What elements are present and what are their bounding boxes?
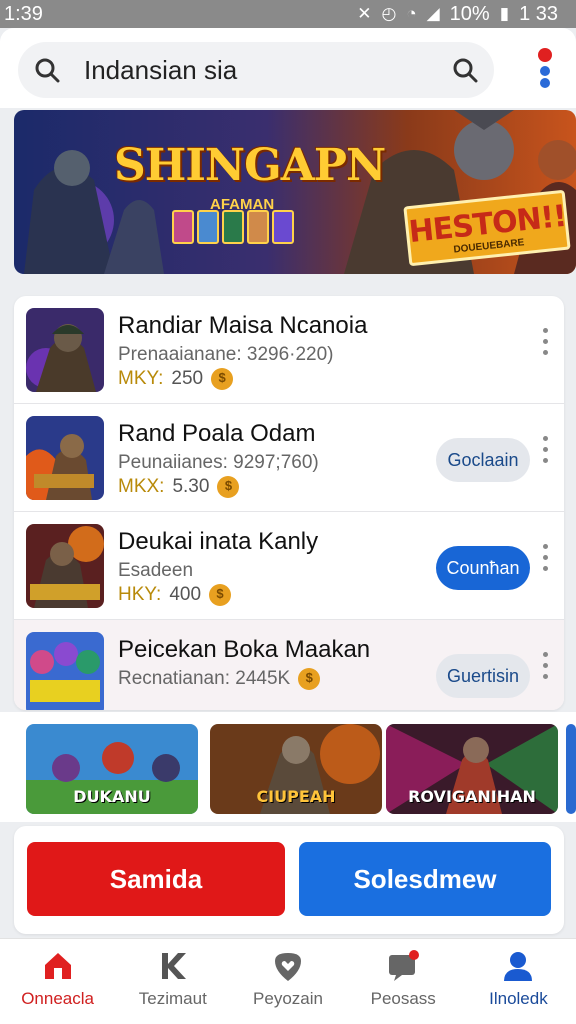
nav-label: Peyozain (253, 989, 323, 1008)
banner-title: SHINGAPN (114, 140, 386, 191)
action-panel: Samida Solesdmew (14, 826, 564, 934)
game-thumbnail (26, 308, 104, 392)
coin-icon (211, 368, 234, 390)
signal-icon: ◢ (426, 4, 440, 23)
more-options-icon[interactable] (540, 436, 552, 466)
game-thumbnail (26, 416, 104, 500)
game-name: Peicekan Boka Maakan (118, 636, 371, 663)
game-meta: Peunaiianes: 9297;760) (118, 452, 319, 473)
game-meta: Prenaaianane: 3296·220) (118, 344, 334, 365)
list-item[interactable]: Peicekan Boka Maakan Recnatianan: 2445K … (14, 620, 564, 710)
gallery-tile[interactable]: ROVIGANIHAN (386, 724, 558, 814)
nav-label: Onneacla (21, 989, 94, 1008)
game-meta-text: Recnatianan: 2445K (118, 668, 291, 689)
nav-label: Peosass (370, 989, 436, 1008)
primary-action-button[interactable]: Samida (27, 842, 285, 916)
search-input[interactable] (84, 54, 452, 86)
bottom-navigation: Onneacla Tezimaut Peyozain Peosass Ilnol… (0, 938, 576, 1024)
more-options-icon[interactable] (540, 544, 552, 574)
search-header (0, 28, 576, 108)
status-icons: ✕ ◴ ◔ ◢ 10% ▮ 1 33 (357, 3, 558, 26)
list-item[interactable]: Rand Poala Odam Peunaiianes: 9297;760) M… (14, 404, 564, 512)
nav-item-peosass[interactable]: Peosass (346, 939, 461, 1024)
price-label: MKY: (118, 368, 164, 389)
promo-banner[interactable]: SHINGAPN AFAMAN HESTON!! DOUEUEBARE (14, 110, 576, 274)
gallery-tile[interactable]: CIUPEAH (210, 724, 382, 814)
gallery-caption: DUKANU (73, 787, 151, 806)
coin-icon (217, 476, 240, 498)
game-name: Randiar Maisa Ncanoia (118, 312, 368, 339)
secondary-action-button[interactable]: Solesdmew (299, 842, 551, 916)
alarm-icon: ◴ (381, 4, 397, 23)
status-bar: 1:39 ✕ ◴ ◔ ◢ 10% ▮ 1 33 (0, 0, 576, 28)
game-thumbnail (26, 632, 104, 710)
list-item[interactable]: Randiar Maisa Ncanoia Prenaaianane: 3296… (14, 296, 564, 404)
notification-off-icon: ✕ (357, 4, 372, 23)
profile-icon (504, 952, 533, 981)
price-label: MKX: (118, 476, 165, 497)
gallery-tile-peek[interactable] (566, 724, 576, 814)
gallery-tile[interactable]: DUKANU (26, 724, 198, 814)
more-options-icon[interactable] (540, 328, 552, 358)
menu-dots-icon[interactable] (536, 48, 554, 88)
status-extra-time: 1 33 (519, 2, 558, 25)
game-price: HKY: 400 (118, 584, 232, 606)
game-thumbnail (26, 524, 104, 608)
nav-label: Ilnoledk (489, 989, 548, 1008)
heart-shield-icon (275, 953, 301, 981)
price-label: HKY: (118, 584, 162, 605)
chat-icon (389, 950, 420, 981)
nav-item-tezimaut[interactable]: Tezimaut (115, 939, 230, 1024)
list-item[interactable]: Deukai inata Kanly Esadeen HKY: 400 Coun… (14, 512, 564, 620)
game-action-button[interactable]: Counħan (436, 546, 530, 590)
game-name: Rand Poala Odam (118, 420, 316, 447)
nav-item-peyozain[interactable]: Peyozain (230, 939, 345, 1024)
nav-label: Tezimaut (138, 989, 207, 1008)
search-bar[interactable] (18, 42, 494, 98)
search-submit-icon[interactable] (452, 57, 478, 83)
game-meta: Esadeen (118, 560, 194, 581)
more-options-icon[interactable] (540, 652, 552, 682)
k-icon (161, 953, 186, 979)
game-action-button[interactable]: Guertisin (436, 654, 530, 698)
coin-icon (209, 584, 232, 606)
game-action-button[interactable]: Goclaain (436, 438, 530, 482)
game-list: Randiar Maisa Ncanoia Prenaaianane: 3296… (14, 296, 564, 710)
game-price: MKX: 5.30 (118, 476, 240, 498)
coin-icon (298, 668, 321, 690)
banner-character-row (172, 210, 294, 244)
nav-item-home[interactable]: Onneacla (0, 939, 115, 1024)
gallery-caption: ROVIGANIHAN (408, 787, 536, 806)
game-name: Deukai inata Kanly (118, 528, 319, 555)
status-time: 1:39 (4, 2, 43, 25)
price-value: 5.30 (172, 476, 210, 497)
gallery-caption: CIUPEAH (256, 787, 336, 806)
search-icon (35, 58, 60, 83)
wifi-icon: ◔ (406, 4, 417, 23)
price-value: 250 (171, 368, 204, 389)
featured-gallery: DUKANU CIUPEAH ROVIGANIHAN (0, 712, 576, 822)
game-meta: Recnatianan: 2445K (118, 668, 321, 690)
home-icon (44, 953, 71, 979)
battery-icon: ▮ (499, 4, 510, 23)
nav-item-profile[interactable]: Ilnoledk (461, 939, 576, 1024)
price-value: 400 (169, 584, 202, 605)
game-price: MKY: 250 (118, 368, 234, 390)
battery-percent: 10% (449, 2, 490, 25)
